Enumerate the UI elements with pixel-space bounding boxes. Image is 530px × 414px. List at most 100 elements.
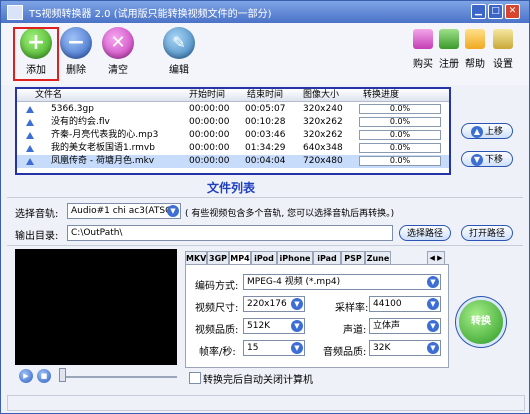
help-icon <box>465 29 485 49</box>
auto-shutdown-checkbox[interactable] <box>189 372 201 384</box>
progress-bar: 0.0% <box>359 143 441 153</box>
progress-text: 0.0% <box>389 104 411 113</box>
play-button[interactable]: ▶ <box>19 369 33 383</box>
col-filename[interactable]: 文件名 <box>35 89 62 101</box>
row-start-time: 00:00:00 <box>189 143 230 153</box>
channel-select[interactable]: 立体声 ▼ <box>369 318 441 334</box>
chevron-down-icon[interactable]: ▼ <box>427 320 439 332</box>
col-end-time[interactable]: 结束时间 <box>247 89 283 101</box>
select-path-label: 选择路径 <box>406 229 443 239</box>
up-arrow-icon: ▲ <box>470 125 483 138</box>
tab-iphone[interactable]: iPhone <box>277 251 313 265</box>
audio-track-hint: ( 有些视频包含多个音轨, 您可以选择音轨后再转换。) <box>185 209 395 219</box>
output-dir-field[interactable]: C:\OutPath\ <box>67 225 393 241</box>
row-filename: 我的美女老板国语1.rmvb <box>51 143 155 153</box>
add-button-highlight <box>13 27 59 81</box>
row-image-size: 320x262 <box>303 117 343 127</box>
chevron-down-icon[interactable]: ▼ <box>291 298 303 310</box>
toolbar: + 添加 − 删除 ✕ 清空 ✎ 编辑 购买 注册 帮助 设置 <box>1 23 529 85</box>
row-filename: 没有的约会.flv <box>51 117 110 127</box>
row-start-time: 00:00:00 <box>189 130 230 140</box>
channel-value: 立体声 <box>373 321 401 331</box>
row-image-size: 320x262 <box>303 130 343 140</box>
status-bar <box>7 395 525 411</box>
table-row[interactable]: 没有的约会.flv 00:00:00 00:10:28 320x262 0.0% <box>17 116 449 129</box>
chevron-down-icon[interactable]: ▼ <box>291 320 303 332</box>
codec-select[interactable]: MPEG-4 视频 (*.mp4) ▼ <box>243 274 441 290</box>
x-icon: ✕ <box>102 27 134 59</box>
select-path-button[interactable]: 选择路径 <box>399 225 451 241</box>
progress-bar: 0.0% <box>359 156 441 166</box>
stop-button[interactable]: ■ <box>37 369 51 383</box>
delete-button[interactable]: − 删除 <box>58 27 94 76</box>
row-filename: 5366.3gp <box>51 104 94 114</box>
row-image-size: 320x240 <box>303 104 343 114</box>
audio-quality-value: 32K <box>373 343 391 353</box>
buy-button[interactable]: 购买 <box>411 29 435 70</box>
help-button[interactable]: 帮助 <box>463 29 487 70</box>
tab-ipod[interactable]: iPod <box>251 251 277 265</box>
tab-ipad[interactable]: iPad <box>313 251 341 265</box>
col-start-time[interactable]: 开始时间 <box>189 89 225 101</box>
sample-rate-select[interactable]: 44100 ▼ <box>369 296 441 312</box>
tab-3gp[interactable]: 3GP <box>207 251 229 265</box>
minimize-button[interactable]: ▁ <box>471 4 486 19</box>
video-size-select[interactable]: 220x176 ▼ <box>243 296 305 312</box>
table-row[interactable]: 齐秦-月亮代表我的心.mp3 00:00:00 00:03:46 320x262… <box>17 129 449 142</box>
tab-mp4[interactable]: MP4 <box>229 251 251 265</box>
row-start-time: 00:00:00 <box>189 156 230 166</box>
chevron-down-icon[interactable]: ▼ <box>291 342 303 354</box>
tab-zune[interactable]: Zune <box>365 251 391 265</box>
stop-icon: ■ <box>40 372 48 380</box>
col-progress[interactable]: 转换进度 <box>363 89 399 101</box>
seek-slider-handle[interactable] <box>59 368 66 382</box>
seek-track[interactable] <box>61 376 177 378</box>
progress-bar: 0.0% <box>359 130 441 140</box>
video-preview <box>15 249 177 365</box>
video-quality-select[interactable]: 512K ▼ <box>243 318 305 334</box>
app-window: TS视频转换器 2.0 (试用版只能转换视频文件的一部分) ▁ □ ✕ + 添加… <box>0 0 530 414</box>
row-filename: 凤凰传奇 - 荷塘月色.mkv <box>51 156 155 166</box>
chevron-down-icon[interactable]: ▼ <box>167 205 179 217</box>
register-button[interactable]: 注册 <box>437 29 461 70</box>
settings-label: 设置 <box>493 59 513 70</box>
col-image-size[interactable]: 图像大小 <box>303 89 339 101</box>
register-label: 注册 <box>439 59 459 70</box>
open-path-button[interactable]: 打开路径 <box>461 225 513 241</box>
table-row[interactable]: 我的美女老板国语1.rmvb 00:00:00 01:34:29 640x348… <box>17 142 449 155</box>
edit-button[interactable]: ✎ 编辑 <box>161 27 197 76</box>
tab-scroll-arrows[interactable]: ◀ ▶ <box>427 251 445 265</box>
progress-bar: 0.0% <box>359 104 441 114</box>
row-end-time: 00:04:04 <box>245 156 286 166</box>
video-quality-value: 512K <box>247 321 271 331</box>
file-list-caption: 文件列表 <box>206 181 255 195</box>
close-button[interactable]: ✕ <box>505 4 520 19</box>
frame-rate-select[interactable]: 15 ▼ <box>243 340 305 356</box>
edit-video-icon: ✎ <box>163 27 195 59</box>
clear-button[interactable]: ✕ 清空 <box>100 27 136 76</box>
maximize-button[interactable]: □ <box>488 4 503 19</box>
down-arrow-icon: ▼ <box>470 153 483 166</box>
audio-track-select[interactable]: Audio#1 chi ac3(ATSC) ▼ <box>67 203 181 219</box>
output-dir-value: C:\OutPath\ <box>71 228 123 238</box>
row-end-time: 00:05:07 <box>245 104 286 114</box>
move-up-button[interactable]: ▲ 上移 <box>461 123 513 139</box>
delete-label: 删除 <box>66 65 86 76</box>
tab-mkv[interactable]: MKV <box>185 251 207 265</box>
audio-quality-select[interactable]: 32K ▼ <box>369 340 441 356</box>
settings-button[interactable]: 设置 <box>491 29 515 70</box>
chevron-down-icon[interactable]: ▼ <box>427 342 439 354</box>
table-row[interactable]: 5366.3gp 00:00:00 00:05:07 320x240 0.0% <box>17 103 449 116</box>
table-row-selected[interactable]: 凤凰传奇 - 荷塘月色.mkv 00:00:00 00:04:04 720x48… <box>17 155 449 168</box>
video-size-value: 220x176 <box>247 299 287 309</box>
file-list[interactable]: 文件名 开始时间 结束时间 图像大小 转换进度 5366.3gp 00:00:0… <box>15 87 451 175</box>
convert-button[interactable]: 转换 <box>459 300 503 344</box>
minus-icon: − <box>60 27 92 59</box>
move-down-button[interactable]: ▼ 下移 <box>461 151 513 167</box>
chevron-down-icon[interactable]: ▼ <box>427 276 439 288</box>
video-file-icon <box>26 158 34 165</box>
audio-track-value: Audio#1 chi ac3(ATSC) <box>71 206 175 216</box>
chevron-down-icon[interactable]: ▼ <box>427 298 439 310</box>
tab-psp[interactable]: PSP <box>341 251 365 265</box>
audio-track-label: 选择音轨: <box>15 209 59 220</box>
